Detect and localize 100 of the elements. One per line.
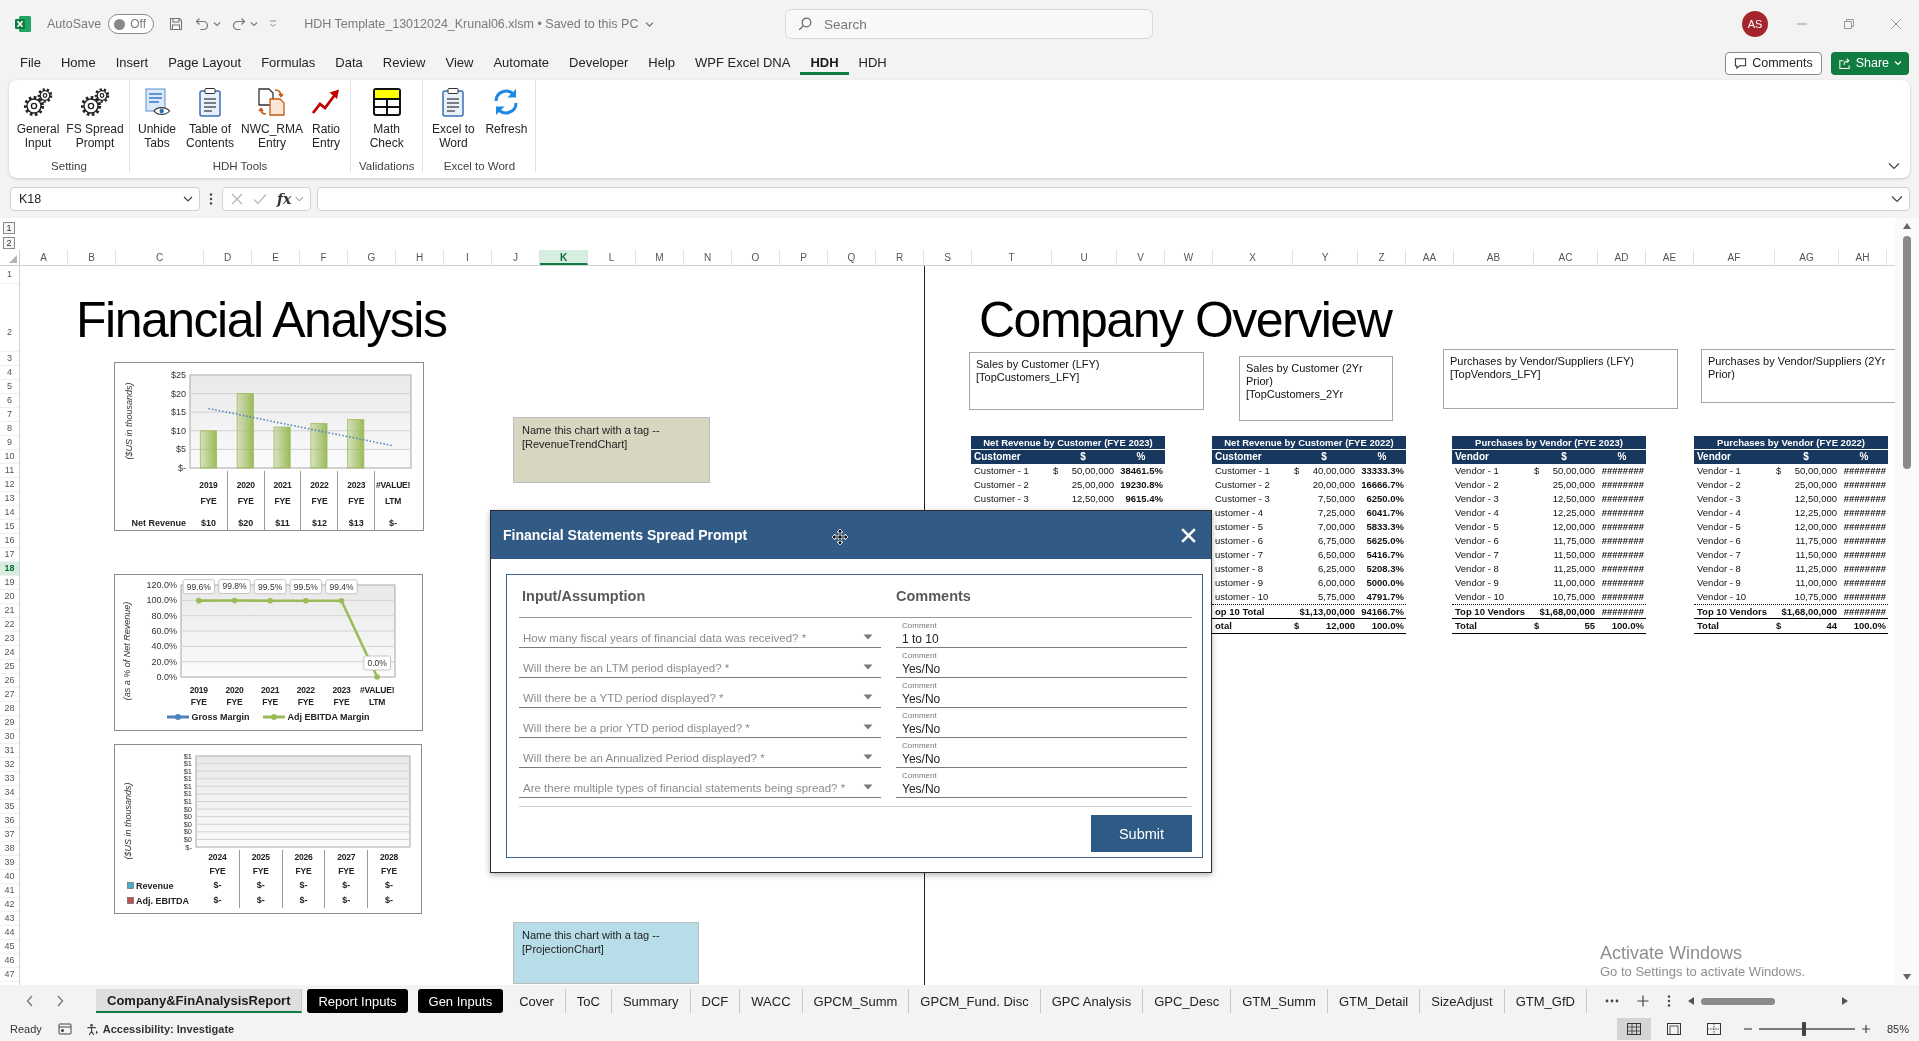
formula-field[interactable]: [317, 187, 1910, 211]
column-header[interactable]: Y: [1293, 250, 1358, 265]
column-header[interactable]: G: [348, 250, 396, 265]
sheet-tab[interactable]: GTM_GfD: [1504, 989, 1587, 1013]
comment-field[interactable]: Yes/No: [896, 780, 1187, 798]
user-avatar[interactable]: AS: [1742, 11, 1768, 37]
column-header[interactable]: S: [924, 250, 972, 265]
ribbon-button[interactable]: FS Spread Prompt: [65, 86, 125, 150]
row-header[interactable]: 41: [0, 884, 19, 898]
row-header[interactable]: 37: [0, 828, 19, 842]
column-header[interactable]: K: [540, 250, 588, 265]
question-dropdown[interactable]: Will there be an LTM period displayed? *: [519, 658, 881, 678]
column-header[interactable]: AD: [1598, 250, 1646, 265]
row-header[interactable]: 28: [0, 702, 19, 716]
column-header[interactable]: E: [252, 250, 300, 265]
column-header[interactable]: V: [1117, 250, 1165, 265]
row-header[interactable]: 25: [0, 660, 19, 674]
row-header[interactable]: 21: [0, 604, 19, 618]
question-dropdown[interactable]: Will there be an Annualized Period displayed? *: [519, 748, 881, 768]
column-header[interactable]: O: [732, 250, 780, 265]
column-header[interactable]: Z: [1358, 250, 1406, 265]
document-title[interactable]: HDH Template_13012024_Krunal06.xlsm • Saved to this PC: [304, 17, 639, 31]
redo-icon[interactable]: [231, 16, 248, 32]
column-header[interactable]: H: [396, 250, 444, 265]
ribbon-tab[interactable]: Insert: [105, 51, 159, 75]
row-header[interactable]: 31: [0, 744, 19, 758]
more-dots-icon[interactable]: [1604, 999, 1619, 1003]
row-header[interactable]: 22: [0, 618, 19, 632]
zoom-in-icon[interactable]: [1860, 1024, 1871, 1034]
ribbon-tab[interactable]: Home: [50, 51, 106, 75]
search-field[interactable]: Search: [785, 9, 1153, 39]
row-header[interactable]: 6: [0, 394, 19, 408]
row-header[interactable]: 23: [0, 632, 19, 646]
caret-icon[interactable]: [1888, 162, 1900, 170]
scroll-right-icon[interactable]: [1840, 996, 1849, 1006]
ribbon-button[interactable]: General Input: [13, 86, 63, 150]
row-header[interactable]: 35: [0, 800, 19, 814]
ribbon-tab[interactable]: HDH: [848, 51, 897, 75]
autosave-toggle[interactable]: Off: [108, 14, 155, 34]
sheet-tab[interactable]: Cover: [508, 989, 566, 1013]
column-header[interactable]: AE: [1646, 250, 1694, 265]
ribbon-tab[interactable]: File: [10, 51, 51, 75]
column-header[interactable]: N: [684, 250, 732, 265]
row-header[interactable]: 40: [0, 870, 19, 884]
column-header[interactable]: A: [20, 250, 68, 265]
row-header[interactable]: 16: [0, 534, 19, 548]
ribbon-button[interactable]: Ratio Entry: [306, 86, 346, 150]
ribbon-tab[interactable]: Review: [372, 51, 436, 75]
caret-icon[interactable]: [213, 20, 222, 28]
caret-icon[interactable]: [645, 19, 655, 29]
scroll-left-icon[interactable]: [1686, 996, 1695, 1006]
scroll-up-icon[interactable]: [1902, 222, 1912, 230]
column-header[interactable]: B: [68, 250, 116, 265]
row-header[interactable]: 34: [0, 786, 19, 800]
row-header[interactable]: 29: [0, 716, 19, 730]
row-header[interactable]: 27: [0, 688, 19, 702]
row-header[interactable]: 46: [0, 954, 19, 968]
caret-icon[interactable]: [863, 724, 873, 730]
ribbon-tab[interactable]: HDH: [800, 51, 849, 75]
comment-field[interactable]: Yes/No: [896, 660, 1187, 678]
ribbon-tab[interactable]: Page Layout: [158, 51, 252, 75]
column-header[interactable]: P: [780, 250, 828, 265]
row-header[interactable]: 1: [0, 266, 19, 284]
row-header[interactable]: 2: [0, 284, 19, 352]
sheet-tab[interactable]: WACC: [740, 989, 803, 1013]
save-icon[interactable]: [168, 16, 185, 32]
ribbon-tab[interactable]: Help: [638, 51, 686, 75]
ribbon-tab[interactable]: WPF Excel DNA: [685, 51, 801, 75]
ribbon-button[interactable]: Excel to Word: [427, 86, 480, 150]
sheet-tab[interactable]: GTM_Detail: [1327, 989, 1421, 1013]
chevron-right-icon[interactable]: [56, 995, 64, 1007]
column-header[interactable]: AG: [1775, 250, 1839, 265]
ribbon-tab[interactable]: Formulas: [251, 51, 326, 75]
row-header[interactable]: 18: [0, 562, 19, 576]
ribbon-tab[interactable]: Automate: [483, 51, 560, 75]
caret-icon[interactable]: [863, 754, 873, 760]
row-header[interactable]: 9: [0, 436, 19, 450]
ribbon-button[interactable]: Unhide Tabs: [134, 86, 180, 150]
row-header[interactable]: 4: [0, 366, 19, 380]
sheet-tab[interactable]: Summary: [611, 989, 691, 1013]
question-dropdown[interactable]: How many fiscal years of financial data was received? *: [519, 628, 881, 648]
row-header[interactable]: 7: [0, 408, 19, 422]
slider-thumb[interactable]: [1802, 1022, 1807, 1036]
vertical-scrollbar[interactable]: [1895, 218, 1919, 985]
accessibility-icon[interactable]: [85, 1022, 99, 1036]
row-header[interactable]: 13: [0, 492, 19, 506]
row-header[interactable]: 45: [0, 940, 19, 954]
row-header[interactable]: 47: [0, 968, 19, 982]
comment-field[interactable]: Yes/No: [896, 690, 1187, 708]
sheet-tab[interactable]: GTM_Summ: [1231, 989, 1328, 1013]
sheet-tab[interactable]: DCF: [690, 989, 741, 1013]
column-header[interactable]: U: [1052, 250, 1117, 265]
sheet-tab[interactable]: ToC: [565, 989, 612, 1013]
column-header[interactable]: L: [588, 250, 636, 265]
question-dropdown[interactable]: Will there be a YTD period displayed? *: [519, 688, 881, 708]
outline-level-button[interactable]: 2: [3, 237, 15, 249]
sheet-tab[interactable]: GPCM_Fund. Disc: [909, 989, 1041, 1013]
row-header[interactable]: 32: [0, 758, 19, 772]
view-button[interactable]: [1616, 1018, 1651, 1040]
sheet-tab[interactable]: Report Inputs: [307, 989, 408, 1013]
